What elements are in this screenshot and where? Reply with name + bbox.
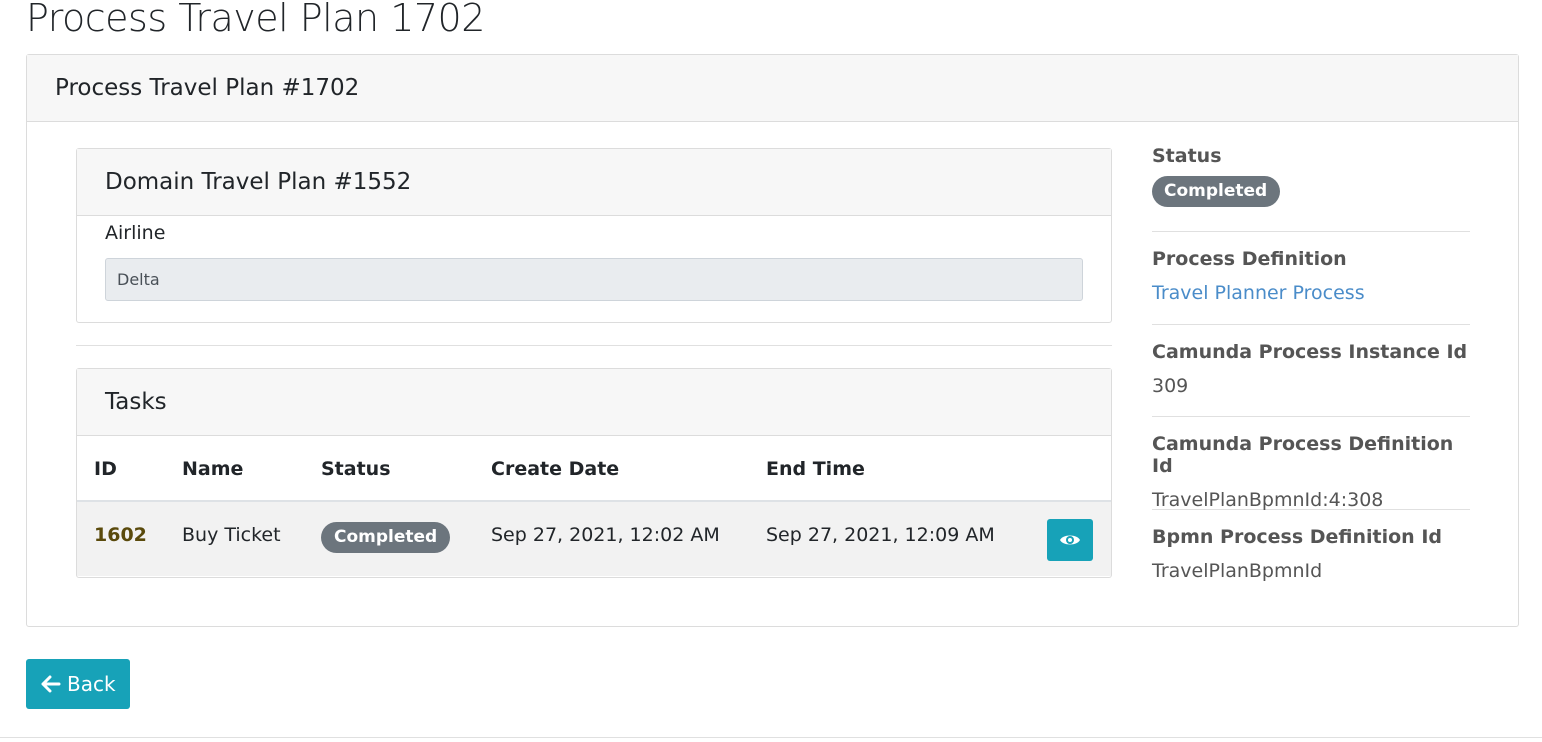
instance-id-label: Camunda Process Instance Id <box>1152 341 1468 363</box>
task-id: 1602 <box>94 524 147 546</box>
column-header-status: Status <box>321 458 391 480</box>
domain-card: Domain Travel Plan #1552 Airline Delta <box>76 148 1112 323</box>
instance-id-section: Camunda Process Instance Id 309 <box>1152 325 1470 417</box>
task-status-badge: Completed <box>321 522 451 553</box>
tasks-table: ID Name Status Create Date End Time 1602… <box>77 436 1111 576</box>
status-label: Status <box>1152 145 1222 167</box>
instance-id-value: 309 <box>1152 375 1189 397</box>
process-card: Process Travel Plan #1702 Domain Travel … <box>26 54 1519 627</box>
table-row: 1602 Buy Ticket Completed Sep 27, 2021, … <box>77 502 1111 576</box>
status-badge: Completed <box>1152 176 1281 207</box>
process-definition-link[interactable]: Travel Planner Process <box>1152 282 1470 304</box>
arrow-left-icon <box>41 675 61 693</box>
table-header-row: ID Name Status Create Date End Time <box>77 436 1111 502</box>
bpmn-id-section: Bpmn Process Definition Id TravelPlanBpm… <box>1152 510 1470 603</box>
column-header-end-time: End Time <box>766 458 865 480</box>
column-header-id: ID <box>94 458 117 480</box>
process-card-header: Process Travel Plan #1702 <box>27 55 1518 122</box>
footer-divider <box>0 737 1542 738</box>
back-button[interactable]: Back <box>26 659 130 709</box>
view-task-button[interactable] <box>1047 519 1093 561</box>
domain-card-header: Domain Travel Plan #1552 <box>77 149 1111 216</box>
bpmn-id-label: Bpmn Process Definition Id <box>1152 526 1442 548</box>
task-end-time: Sep 27, 2021, 12:09 AM <box>766 524 995 546</box>
column-header-name: Name <box>182 458 244 480</box>
tasks-card: Tasks ID Name Status Create Date End Tim… <box>76 368 1112 578</box>
tasks-card-header: Tasks <box>77 369 1111 436</box>
back-button-label: Back <box>67 672 116 696</box>
process-details-sidebar: Status Completed Process Definition Trav… <box>1152 145 1470 603</box>
process-definition-label: Process Definition <box>1152 248 1347 270</box>
definition-id-label: Camunda Process Definition Id <box>1152 433 1454 477</box>
page-title: Process Travel Plan 1702 <box>26 0 485 40</box>
task-create-date: Sep 27, 2021, 12:02 AM <box>491 524 720 546</box>
bpmn-id-value: TravelPlanBpmnId <box>1152 560 1323 582</box>
airline-label: Airline <box>105 222 166 244</box>
definition-id-section: Camunda Process Definition Id TravelPlan… <box>1152 417 1470 511</box>
eye-icon <box>1060 535 1080 545</box>
definition-id-value: TravelPlanBpmnId:4:308 <box>1152 489 1384 511</box>
process-definition-section: Process Definition Travel Planner Proces… <box>1152 232 1470 325</box>
divider <box>76 345 1112 346</box>
airline-field[interactable]: Delta <box>105 258 1083 301</box>
status-section: Status Completed <box>1152 145 1470 232</box>
task-name: Buy Ticket <box>182 524 281 546</box>
column-header-create-date: Create Date <box>491 458 620 480</box>
